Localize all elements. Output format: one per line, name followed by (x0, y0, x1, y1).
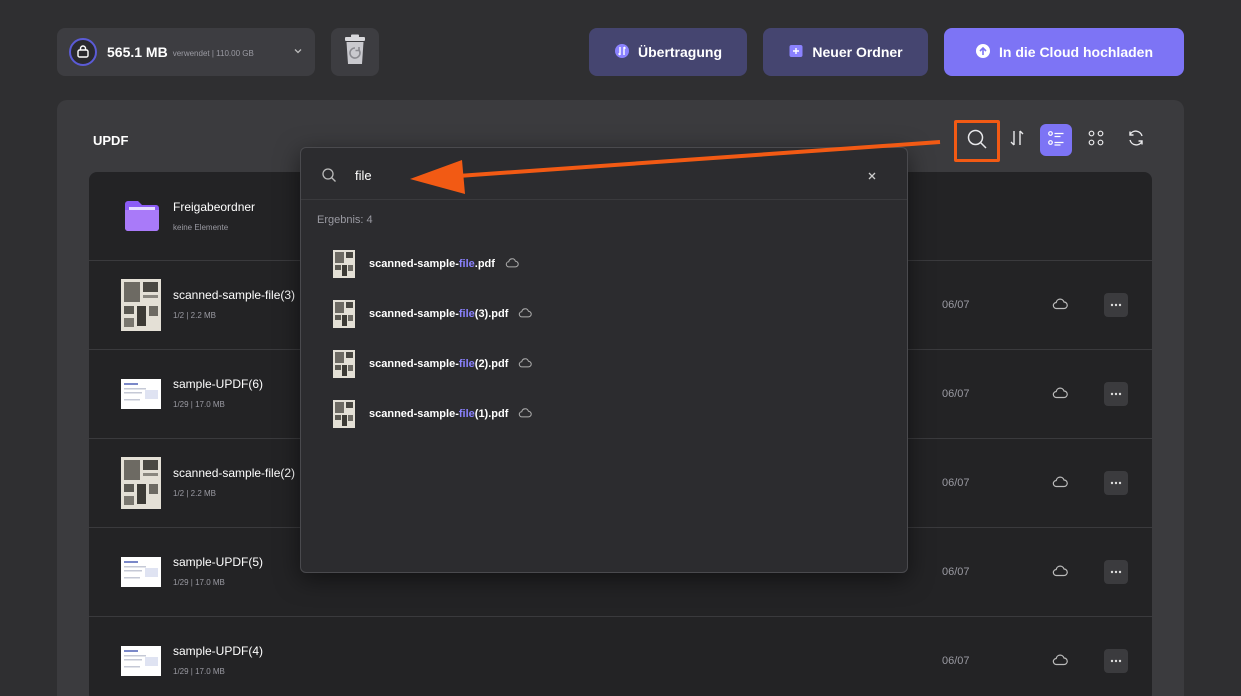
more-options-button[interactable] (1104, 649, 1128, 673)
upload-icon (975, 43, 991, 62)
file-date: 06/07 (942, 299, 970, 311)
file-name: Freigabeordner (173, 200, 256, 214)
transfer-icon (614, 43, 630, 62)
file-meta: 1/2 | 2.2 MB (173, 311, 216, 320)
cloud-icon (1052, 564, 1068, 583)
transfer-button[interactable]: Übertragung (589, 28, 747, 76)
cloud-icon (1052, 475, 1068, 494)
result-name: scanned-sample-file(2).pdf (369, 358, 509, 370)
more-options-button[interactable] (1104, 382, 1128, 406)
file-meta: 1/29 | 17.0 MB (173, 578, 225, 587)
file-date: 06/07 (942, 566, 970, 578)
file-meta: 1/29 | 17.0 MB (173, 400, 225, 409)
file-date: 06/07 (942, 388, 970, 400)
new-folder-button[interactable]: Neuer Ordner (763, 28, 928, 76)
sort-button[interactable] (1001, 124, 1033, 156)
search-button[interactable] (954, 120, 1000, 162)
folder-icon (123, 198, 161, 234)
chevron-down-icon[interactable] (293, 43, 303, 61)
upload-label: In die Cloud hochladen (999, 44, 1153, 60)
result-count: Ergebnis: 4 (317, 214, 373, 226)
sort-icon (1007, 128, 1027, 153)
search-result-item[interactable]: scanned-sample-file.pdf (317, 245, 877, 283)
doc-thumbnail (121, 379, 161, 409)
file-name: sample-UPDF(6) (173, 377, 264, 391)
scan-thumbnail (333, 300, 355, 328)
doc-thumbnail (121, 557, 161, 587)
new-folder-label: Neuer Ordner (812, 44, 903, 60)
search-input[interactable] (355, 164, 835, 186)
storage-meta: verwendet | 110.00 GB (172, 49, 254, 58)
file-meta: 1/29 | 17.0 MB (173, 667, 225, 676)
search-result-item[interactable]: scanned-sample-file(1).pdf (317, 395, 877, 433)
file-name: sample-UPDF(4) (173, 644, 264, 658)
panel-title: UPDF (93, 133, 129, 148)
upload-cloud-button[interactable]: In die Cloud hochladen (944, 28, 1184, 76)
scan-thumbnail (333, 350, 355, 378)
doc-thumbnail (121, 646, 161, 676)
file-meta: 1/2 | 2.2 MB (173, 489, 216, 498)
close-icon[interactable] (867, 168, 877, 186)
cloud-icon (518, 306, 533, 324)
cloud-icon (1052, 386, 1068, 405)
more-options-button[interactable] (1104, 293, 1128, 317)
cloud-icon (518, 356, 533, 374)
file-date: 06/07 (942, 477, 970, 489)
result-name: scanned-sample-file(1).pdf (369, 408, 509, 420)
cloud-icon (1052, 653, 1068, 672)
list-item-file[interactable]: sample-UPDF(4) 1/29 | 17.0 MB 06/07 (89, 617, 1152, 696)
list-view-icon (1047, 129, 1065, 152)
file-date: 06/07 (942, 655, 970, 667)
search-dropdown: Ergebnis: 4 scanned-sample-file.pdf scan… (300, 147, 908, 573)
search-icon (966, 128, 988, 155)
storage-icon (69, 38, 97, 66)
search-bar (301, 148, 907, 200)
result-name: scanned-sample-file(3).pdf (369, 308, 509, 320)
file-name: scanned-sample-file(3) (173, 288, 296, 302)
search-icon (321, 167, 337, 188)
refresh-button[interactable] (1120, 124, 1152, 156)
cloud-icon (518, 406, 533, 424)
search-result-item[interactable]: scanned-sample-file(3).pdf (317, 295, 877, 333)
refresh-icon (1126, 128, 1146, 153)
trash-icon (342, 34, 368, 71)
list-view-button[interactable] (1040, 124, 1072, 156)
grid-view-icon (1087, 129, 1105, 152)
more-options-button[interactable] (1104, 560, 1128, 584)
storage-indicator[interactable]: 565.1 MB verwendet | 110.00 GB (57, 28, 315, 76)
search-result-item[interactable]: scanned-sample-file(2).pdf (317, 345, 877, 383)
cloud-icon (1052, 297, 1068, 316)
new-folder-icon (788, 43, 804, 62)
scan-thumbnail (121, 279, 161, 331)
grid-view-button[interactable] (1080, 124, 1112, 156)
transfer-label: Übertragung (638, 44, 722, 60)
result-name: scanned-sample-file.pdf (369, 258, 495, 270)
storage-used: 565.1 MB (107, 44, 168, 60)
scan-thumbnail (333, 250, 355, 278)
cloud-icon (505, 256, 519, 274)
file-meta: keine Elemente (173, 223, 229, 232)
file-name: scanned-sample-file(2) (173, 466, 296, 480)
more-options-button[interactable] (1104, 471, 1128, 495)
file-name: sample-UPDF(5) (173, 555, 264, 569)
trash-button[interactable] (331, 28, 379, 76)
scan-thumbnail (121, 457, 161, 509)
scan-thumbnail (333, 400, 355, 428)
